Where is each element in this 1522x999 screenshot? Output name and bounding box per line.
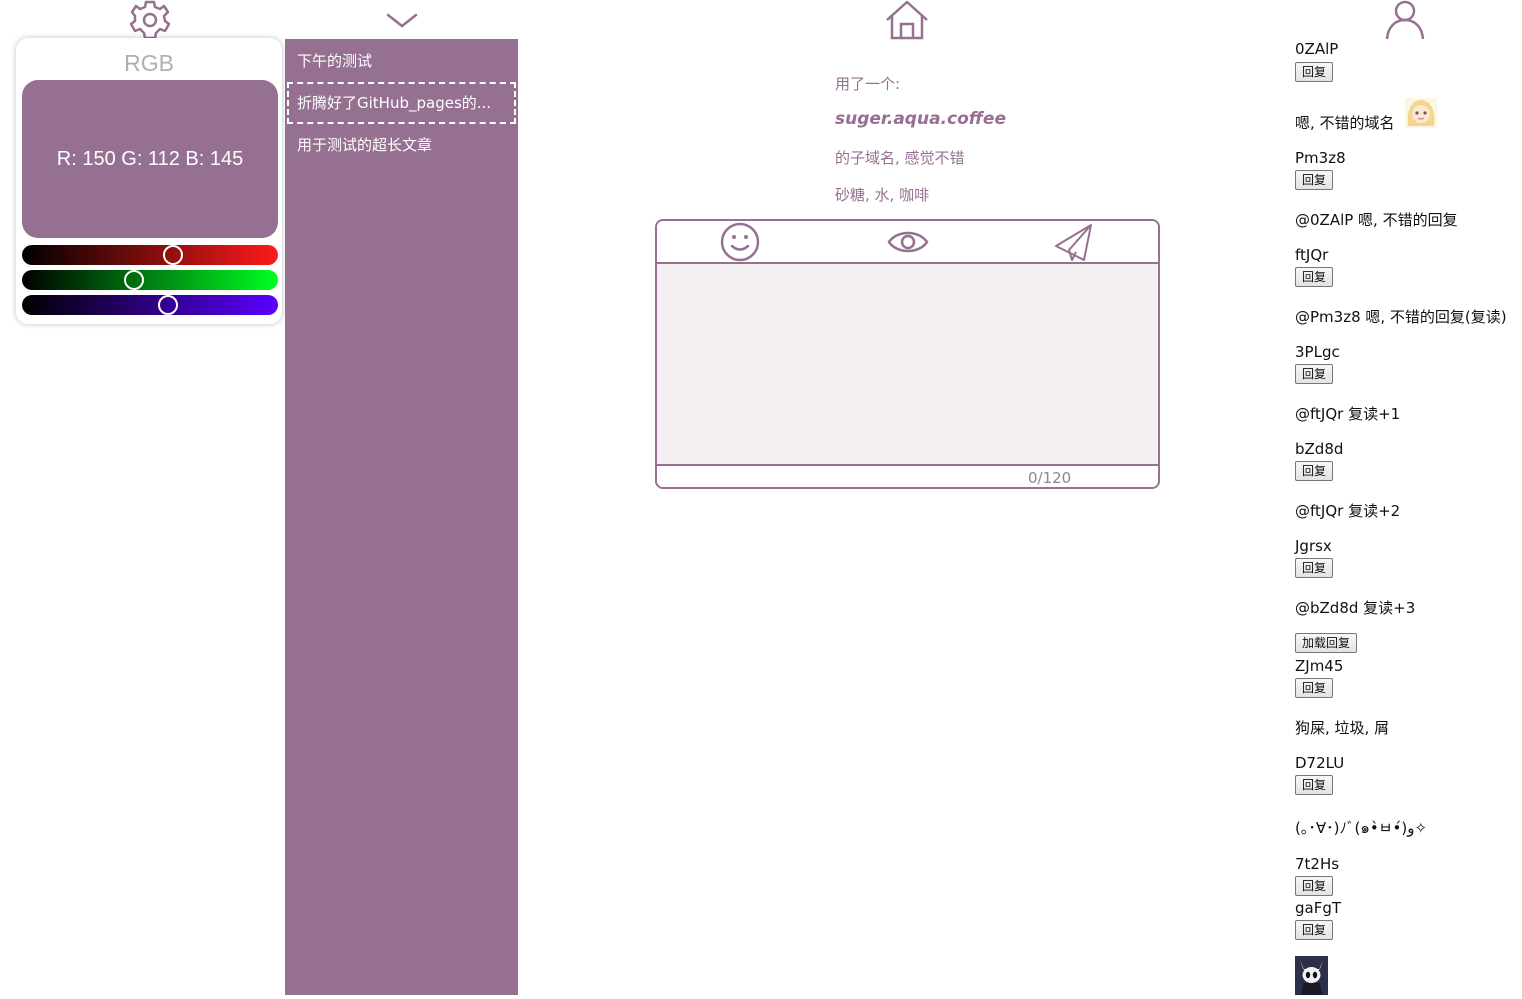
comment-text: 嗯, 不错的域名 <box>1295 114 1395 132</box>
chevron-down-icon[interactable] <box>386 12 418 30</box>
comment-author: 7t2Hs <box>1295 855 1340 873</box>
user-icon[interactable] <box>1384 0 1426 40</box>
green-slider[interactable] <box>22 270 278 290</box>
eye-icon[interactable] <box>887 227 929 257</box>
editor-toolbar <box>657 221 1158 264</box>
reply-button[interactable]: 回复 <box>1295 62 1334 82</box>
reply-button[interactable]: 回复 <box>1295 267 1334 287</box>
sidebar-item-article[interactable]: 用于测试的超长文章 <box>287 124 516 166</box>
reply-button[interactable]: 回复 <box>1295 461 1334 481</box>
smiley-icon[interactable] <box>720 222 760 262</box>
article-text: 的子域名, 感觉不错 <box>835 149 965 167</box>
blue-slider-knob[interactable] <box>157 295 178 315</box>
comment-author: ZJm45 <box>1295 657 1344 675</box>
red-slider[interactable] <box>22 245 278 265</box>
paper-plane-icon[interactable] <box>1054 222 1094 262</box>
comment-text: @ftJQr 复读+1 <box>1295 405 1401 423</box>
gear-icon[interactable] <box>129 0 171 40</box>
blue-slider[interactable] <box>22 295 278 315</box>
comment-author: Pm3z8 <box>1295 149 1346 167</box>
color-mode-title[interactable]: RGB <box>16 50 282 77</box>
comment-author: 3PLgc <box>1295 343 1340 361</box>
editor-footer: 0/120 <box>657 464 1158 487</box>
comment-text: @bZd8d 复读+3 <box>1295 599 1416 617</box>
anime-sticker-image <box>1405 98 1437 128</box>
comment-text: 狗屎, 垃圾, 屑 <box>1295 719 1390 737</box>
red-slider-knob[interactable] <box>162 245 183 265</box>
article-domain: suger.aqua.coffee <box>835 109 1006 129</box>
reply-button[interactable]: 回复 <box>1295 364 1334 384</box>
article-text: 用了一个: <box>835 75 901 93</box>
comment-textarea[interactable] <box>657 264 1158 464</box>
sidebar-item-article-active[interactable]: 折腾好了GitHub_pages的... <box>287 82 516 124</box>
comment-text: @0ZAlP 嗯, 不错的回复 <box>1295 211 1458 229</box>
home-icon[interactable] <box>885 0 929 40</box>
reply-button[interactable]: 回复 <box>1295 678 1334 698</box>
color-value-text: R: 150 G: 112 B: 145 <box>56 147 244 170</box>
color-swatch: R: 150 G: 112 B: 145 <box>22 80 278 238</box>
comment-author: D72LU <box>1295 754 1345 772</box>
hollow-knight-image <box>1295 956 1328 995</box>
comment-author: ftJQr <box>1295 246 1329 264</box>
load-replies-button[interactable]: 加载回复 <box>1295 633 1358 653</box>
character-counter: 0/120 <box>1028 469 1072 487</box>
article-text: 砂糖, 水, 咖啡 <box>835 186 930 204</box>
reply-button[interactable]: 回复 <box>1295 920 1334 940</box>
color-picker-panel: RGB R: 150 G: 112 B: 145 <box>16 38 282 324</box>
article-sidebar: 下午的测试 折腾好了GitHub_pages的... 用于测试的超长文章 <box>285 39 518 995</box>
reply-button[interactable]: 回复 <box>1295 775 1334 795</box>
reply-button[interactable]: 回复 <box>1295 876 1334 896</box>
green-slider-knob[interactable] <box>124 270 145 290</box>
comment-editor: 0/120 <box>655 219 1160 489</box>
comment-author: gaFgT <box>1295 899 1342 917</box>
comment-author: Jgrsx <box>1295 537 1332 555</box>
sidebar-item-article[interactable]: 下午的测试 <box>287 40 516 82</box>
comment-text: @Pm3z8 嗯, 不错的回复(复读) <box>1295 308 1507 326</box>
comment-author: bZd8d <box>1295 440 1344 458</box>
comment-text: (｡･∀･)ﾉﾞ(๑•̀ㅂ•́)و✧ <box>1295 819 1428 837</box>
comment-author: 0ZAlP <box>1295 40 1339 58</box>
reply-button[interactable]: 回复 <box>1295 558 1334 578</box>
reply-button[interactable]: 回复 <box>1295 170 1334 190</box>
comment-text: @ftJQr 复读+2 <box>1295 502 1401 520</box>
